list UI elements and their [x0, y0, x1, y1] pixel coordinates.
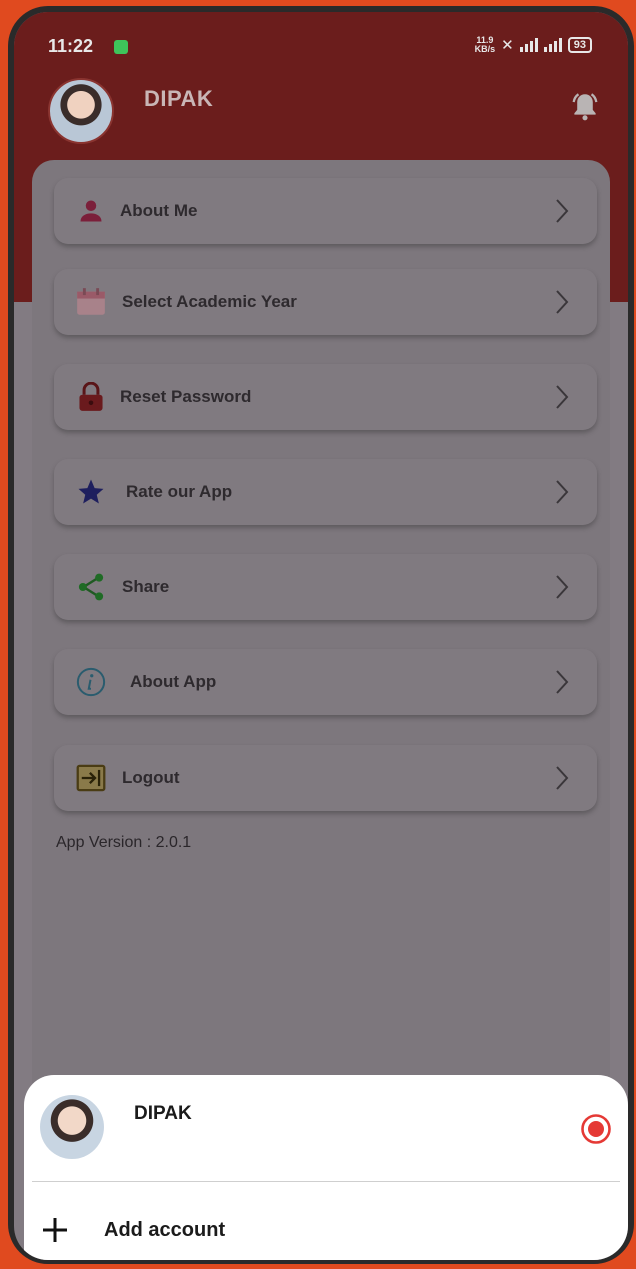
menu-label-rate-our-app: Rate our App [126, 482, 233, 501]
mute-icon: ✕ [501, 37, 514, 54]
chevron-right-icon [556, 766, 569, 790]
menu-item-reset-password[interactable]: Reset Password [54, 364, 597, 430]
chevron-right-icon [556, 385, 569, 409]
menu-label-reset-password: Reset Password [120, 387, 252, 406]
screen: 11:22 11.9 KB/s ✕ 93 DIPAK About Me Sele… [14, 12, 628, 1260]
chevron-right-icon [556, 670, 569, 694]
logout-icon [76, 763, 106, 793]
add-account-button[interactable]: Add account [104, 1219, 225, 1242]
user-icon [76, 196, 106, 226]
menu-item-about-me[interactable]: About Me [54, 178, 597, 244]
app-version-text: App Version : 2.0.1 [56, 834, 192, 851]
account-switcher-sheet: DIPAK Add account [24, 1075, 628, 1260]
status-time: 11:22 [48, 36, 94, 56]
signal-icon [519, 38, 538, 52]
menu-item-rate-our-app[interactable]: Rate our App [54, 459, 597, 525]
plus-icon[interactable] [42, 1217, 68, 1243]
menu-item-share[interactable]: Share [54, 554, 597, 620]
notification-bell-icon[interactable] [568, 90, 602, 124]
menu-label-about-me: About Me [120, 201, 198, 220]
menu-label-select-academic-year: Select Academic Year [122, 292, 297, 311]
lock-icon [76, 382, 106, 412]
signal-2-icon [543, 38, 562, 52]
account-avatar[interactable] [40, 1095, 104, 1159]
selected-radio-icon[interactable] [580, 1113, 612, 1145]
chevron-right-icon [556, 290, 569, 314]
chevron-right-icon [556, 575, 569, 599]
menu-item-about-app[interactable]: About App [54, 649, 597, 715]
chevron-right-icon [556, 199, 569, 223]
network-speed: 11.9 KB/s [475, 36, 496, 54]
battery-icon: 93 [567, 37, 592, 53]
menu-item-select-academic-year[interactable]: Select Academic Year [54, 269, 597, 335]
calendar-icon [76, 287, 106, 317]
menu-item-logout[interactable]: Logout [54, 745, 597, 811]
info-icon [76, 667, 106, 697]
share-icon [76, 572, 106, 602]
whatsapp-notification-icon [114, 40, 128, 54]
sheet-divider [32, 1181, 620, 1182]
menu-label-share: Share [122, 577, 170, 596]
status-bar: 11:22 11.9 KB/s ✕ 93 [14, 12, 628, 72]
menu-label-about-app: About App [130, 672, 217, 691]
star-icon [76, 477, 106, 507]
account-name[interactable]: DIPAK [134, 1103, 192, 1125]
header-avatar[interactable] [48, 78, 114, 144]
network-speed-unit: KB/s [474, 44, 496, 54]
chevron-right-icon [556, 480, 569, 504]
menu-label-logout: Logout [122, 768, 180, 787]
status-indicators: 11.9 KB/s ✕ 93 [475, 36, 592, 54]
header-user-name: DIPAK [144, 86, 214, 111]
